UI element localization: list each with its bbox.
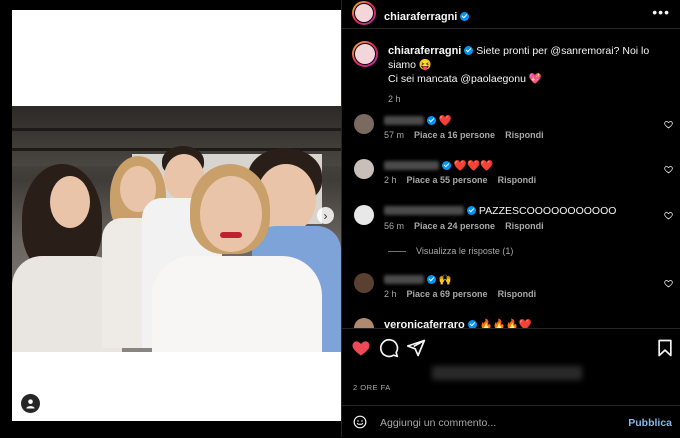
comment-item: ❤️ 57 m Piace a 16 persone Rispondi bbox=[342, 114, 680, 144]
post-media: › bbox=[0, 0, 342, 437]
caption-time: 2 h bbox=[388, 94, 401, 104]
comment-meta: 2 h Piace a 55 persone Rispondi bbox=[384, 175, 546, 185]
verified-icon bbox=[442, 161, 451, 170]
comment-icon[interactable] bbox=[379, 338, 399, 358]
comment-text: ❤️❤️❤️ bbox=[453, 160, 494, 172]
author-avatar[interactable] bbox=[352, 1, 376, 25]
post-photo[interactable] bbox=[12, 106, 341, 352]
caption-line-1: chiaraferragni Siete pronti per @sanremo… bbox=[388, 44, 668, 72]
comment-item: 🙌 2 h Piace a 69 persone Rispondi bbox=[342, 273, 680, 303]
post-timestamp: 2 ORE FA bbox=[353, 383, 391, 392]
commenter-avatar[interactable] bbox=[354, 205, 374, 225]
comment-meta: 2 h Piace a 69 persone Rispondi bbox=[384, 289, 546, 299]
comment-likes[interactable]: Piace a 55 persone bbox=[407, 175, 488, 185]
heart-filled-icon[interactable] bbox=[351, 338, 371, 358]
chevron-right-icon: › bbox=[323, 208, 328, 223]
comment-text-row: 🙌 bbox=[384, 273, 452, 286]
post-caption: chiaraferragni Siete pronti per @sanremo… bbox=[388, 44, 668, 106]
heart-outline-icon[interactable] bbox=[664, 120, 673, 129]
comment-text: PAZZESCOOOOOOOOOOO bbox=[478, 205, 617, 217]
verified-icon bbox=[460, 12, 470, 21]
replies-line bbox=[388, 251, 406, 253]
comment-time: 2 h bbox=[384, 289, 397, 299]
post-header: chiaraferragni ••• bbox=[342, 0, 680, 29]
comment-text-row: ❤️ bbox=[384, 114, 452, 127]
verified-icon bbox=[464, 46, 474, 55]
comment-item: ❤️❤️❤️ 2 h Piace a 55 persone Rispondi bbox=[342, 159, 680, 189]
comment-likes[interactable]: Piace a 16 persone bbox=[414, 130, 495, 140]
photo-lips bbox=[220, 232, 242, 238]
commenter-avatar[interactable] bbox=[354, 273, 374, 293]
bookmark-icon[interactable] bbox=[655, 338, 675, 358]
verified-icon bbox=[427, 275, 436, 284]
comment-meta: 56 m Piace a 24 persone Rispondi bbox=[384, 221, 554, 231]
commenter-avatar[interactable] bbox=[354, 114, 374, 134]
caption-avatar[interactable] bbox=[352, 41, 378, 67]
heart-outline-icon[interactable] bbox=[664, 211, 673, 220]
commenter-avatar[interactable] bbox=[354, 159, 374, 179]
caption-line-2: Ci sei mancata @paolaegonu 💖 bbox=[388, 73, 542, 85]
reply-button[interactable]: Rispondi bbox=[505, 130, 544, 140]
view-replies-button[interactable]: Visualizza le risposte (1) bbox=[388, 246, 513, 256]
comment-time: 56 m bbox=[384, 221, 405, 231]
reply-button[interactable]: Rispondi bbox=[498, 289, 537, 299]
photo-face bbox=[50, 176, 90, 228]
caption-username[interactable]: chiaraferragni bbox=[388, 45, 461, 57]
commenter-avatar[interactable] bbox=[354, 318, 374, 328]
comment-likes[interactable]: Piace a 69 persone bbox=[407, 289, 488, 299]
comment-text: 🙌 bbox=[438, 274, 452, 286]
commenter-username[interactable] bbox=[384, 116, 424, 125]
comment-meta: 57 m Piace a 16 persone Rispondi bbox=[384, 130, 554, 140]
emoji-icon[interactable] bbox=[353, 415, 367, 429]
action-bar bbox=[342, 328, 680, 369]
comment-text: ❤️ bbox=[438, 115, 452, 127]
author-name-row: chiaraferragni bbox=[384, 7, 470, 25]
comment-text-row: PAZZESCOOOOOOOOOOO bbox=[384, 205, 616, 217]
author-username[interactable]: chiaraferragni bbox=[384, 11, 457, 23]
photo-beam bbox=[12, 128, 341, 131]
commenter-username[interactable] bbox=[384, 161, 439, 170]
send-icon[interactable] bbox=[406, 338, 426, 358]
view-replies-label: Visualizza le risposte (1) bbox=[416, 246, 514, 256]
user-tag-icon bbox=[26, 399, 35, 409]
comment-time: 2 h bbox=[384, 175, 397, 185]
comment-likes[interactable]: Piace a 24 persone bbox=[414, 221, 495, 231]
heart-outline-icon[interactable] bbox=[664, 279, 673, 288]
more-horizontal-icon: ••• bbox=[652, 4, 670, 20]
comment-item: PAZZESCOOOOOOOOOOO 56 m Piace a 24 person… bbox=[342, 205, 680, 235]
commenter-username[interactable] bbox=[384, 275, 424, 284]
more-options-button[interactable]: ••• bbox=[652, 4, 670, 20]
photo-robe bbox=[152, 256, 322, 352]
verified-icon bbox=[467, 320, 477, 328]
publish-button[interactable]: Pubblica bbox=[628, 417, 672, 429]
verified-icon bbox=[467, 206, 476, 215]
reply-button[interactable]: Rispondi bbox=[505, 221, 544, 231]
comment-time: 57 m bbox=[384, 130, 405, 140]
comment-item: veronicaferraro 🔥🔥🔥❤️ bbox=[342, 317, 680, 328]
verified-icon bbox=[427, 116, 436, 125]
comment-text-row: veronicaferraro 🔥🔥🔥❤️ bbox=[384, 318, 532, 328]
user-tag-button[interactable] bbox=[21, 394, 40, 413]
heart-outline-icon[interactable] bbox=[664, 165, 673, 174]
add-comment-bar: Aggiungi un commento... Pubblica bbox=[342, 405, 680, 438]
comment-text-row: ❤️❤️❤️ bbox=[384, 159, 493, 172]
photo-face bbox=[200, 176, 262, 252]
reply-button[interactable]: Rispondi bbox=[498, 175, 537, 185]
likes-count-blurred bbox=[432, 366, 582, 380]
comment-text: 🔥🔥🔥❤️ bbox=[479, 319, 532, 328]
comment-input[interactable]: Aggiungi un commento... bbox=[380, 417, 496, 429]
post-panel: chiaraferragni ••• chiaraferragni Siete … bbox=[342, 0, 680, 437]
commenter-username[interactable] bbox=[384, 206, 464, 215]
commenter-username[interactable]: veronicaferraro bbox=[384, 319, 465, 328]
next-photo-button[interactable]: › bbox=[317, 207, 334, 224]
